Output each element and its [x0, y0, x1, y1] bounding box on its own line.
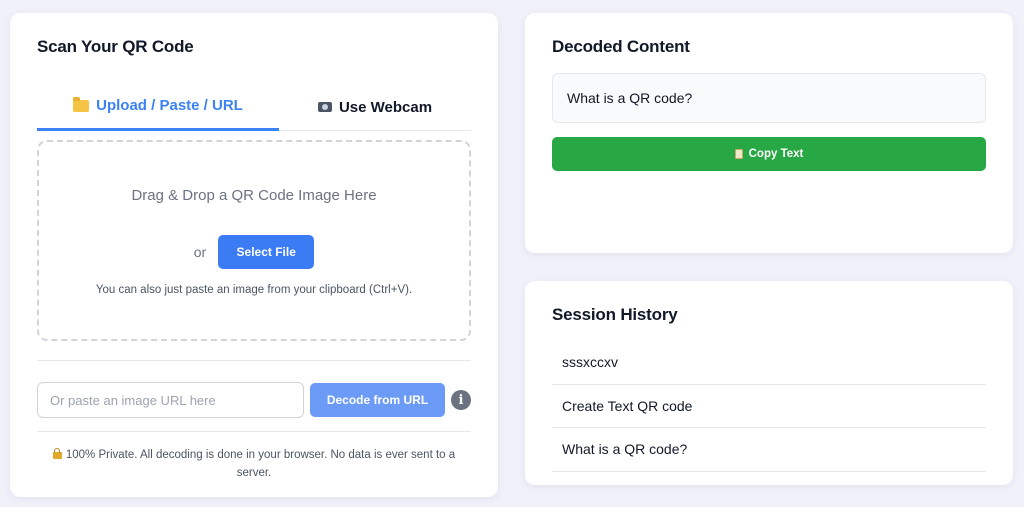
decoded-content-box[interactable]: What is a QR code? [552, 73, 986, 123]
select-file-button[interactable]: Select File [218, 235, 315, 269]
history-item[interactable]: What is a QR code? [552, 428, 986, 472]
decoded-title: Decoded Content [552, 37, 690, 56]
copy-text-label: Copy Text [748, 148, 804, 160]
divider [37, 360, 471, 361]
history-item[interactable]: sssxccxv [552, 341, 986, 385]
tab-upload-paste-url[interactable]: Upload / Paste / URL [37, 83, 279, 131]
info-icon[interactable]: i [451, 390, 471, 410]
divider [37, 431, 471, 432]
history-list: sssxccxv Create Text QR code What is a Q… [552, 341, 986, 472]
clipboard-icon [734, 149, 743, 159]
folder-icon [73, 96, 90, 112]
decode-from-url-button[interactable]: Decode from URL [310, 383, 445, 417]
tab-webcam-label: Use Webcam [338, 98, 433, 116]
camera-icon [317, 102, 332, 112]
tab-upload-label: Upload / Paste / URL [96, 97, 243, 114]
or-label: or [193, 244, 207, 260]
drop-zone[interactable]: Drag & Drop a QR Code Image Here or Sele… [37, 140, 471, 341]
scan-card: Scan Your QR Code Upload / Paste / URL U… [10, 13, 498, 497]
history-card: Session History sssxccxv Create Text QR … [525, 281, 1013, 485]
decoded-card: Decoded Content What is a QR code? Copy … [525, 13, 1013, 253]
drop-zone-text: Drag & Drop a QR Code Image Here [131, 187, 377, 204]
copy-text-button[interactable]: Copy Text [552, 137, 986, 171]
scan-tabs: Upload / Paste / URL Use Webcam [37, 83, 471, 131]
clipboard-hint: You can also just paste an image from yo… [95, 284, 413, 296]
history-title: Session History [552, 305, 678, 324]
history-item[interactable]: Create Text QR code [552, 385, 986, 428]
privacy-text: 100% Private. All decoding is done in yo… [65, 449, 456, 479]
lock-icon [52, 448, 62, 459]
tab-use-webcam[interactable]: Use Webcam [279, 83, 471, 131]
image-url-input[interactable] [37, 382, 304, 418]
select-file-row: or Select File [39, 235, 469, 269]
privacy-note: 100% Private. All decoding is done in yo… [37, 446, 471, 482]
scan-title: Scan Your QR Code [37, 37, 194, 56]
